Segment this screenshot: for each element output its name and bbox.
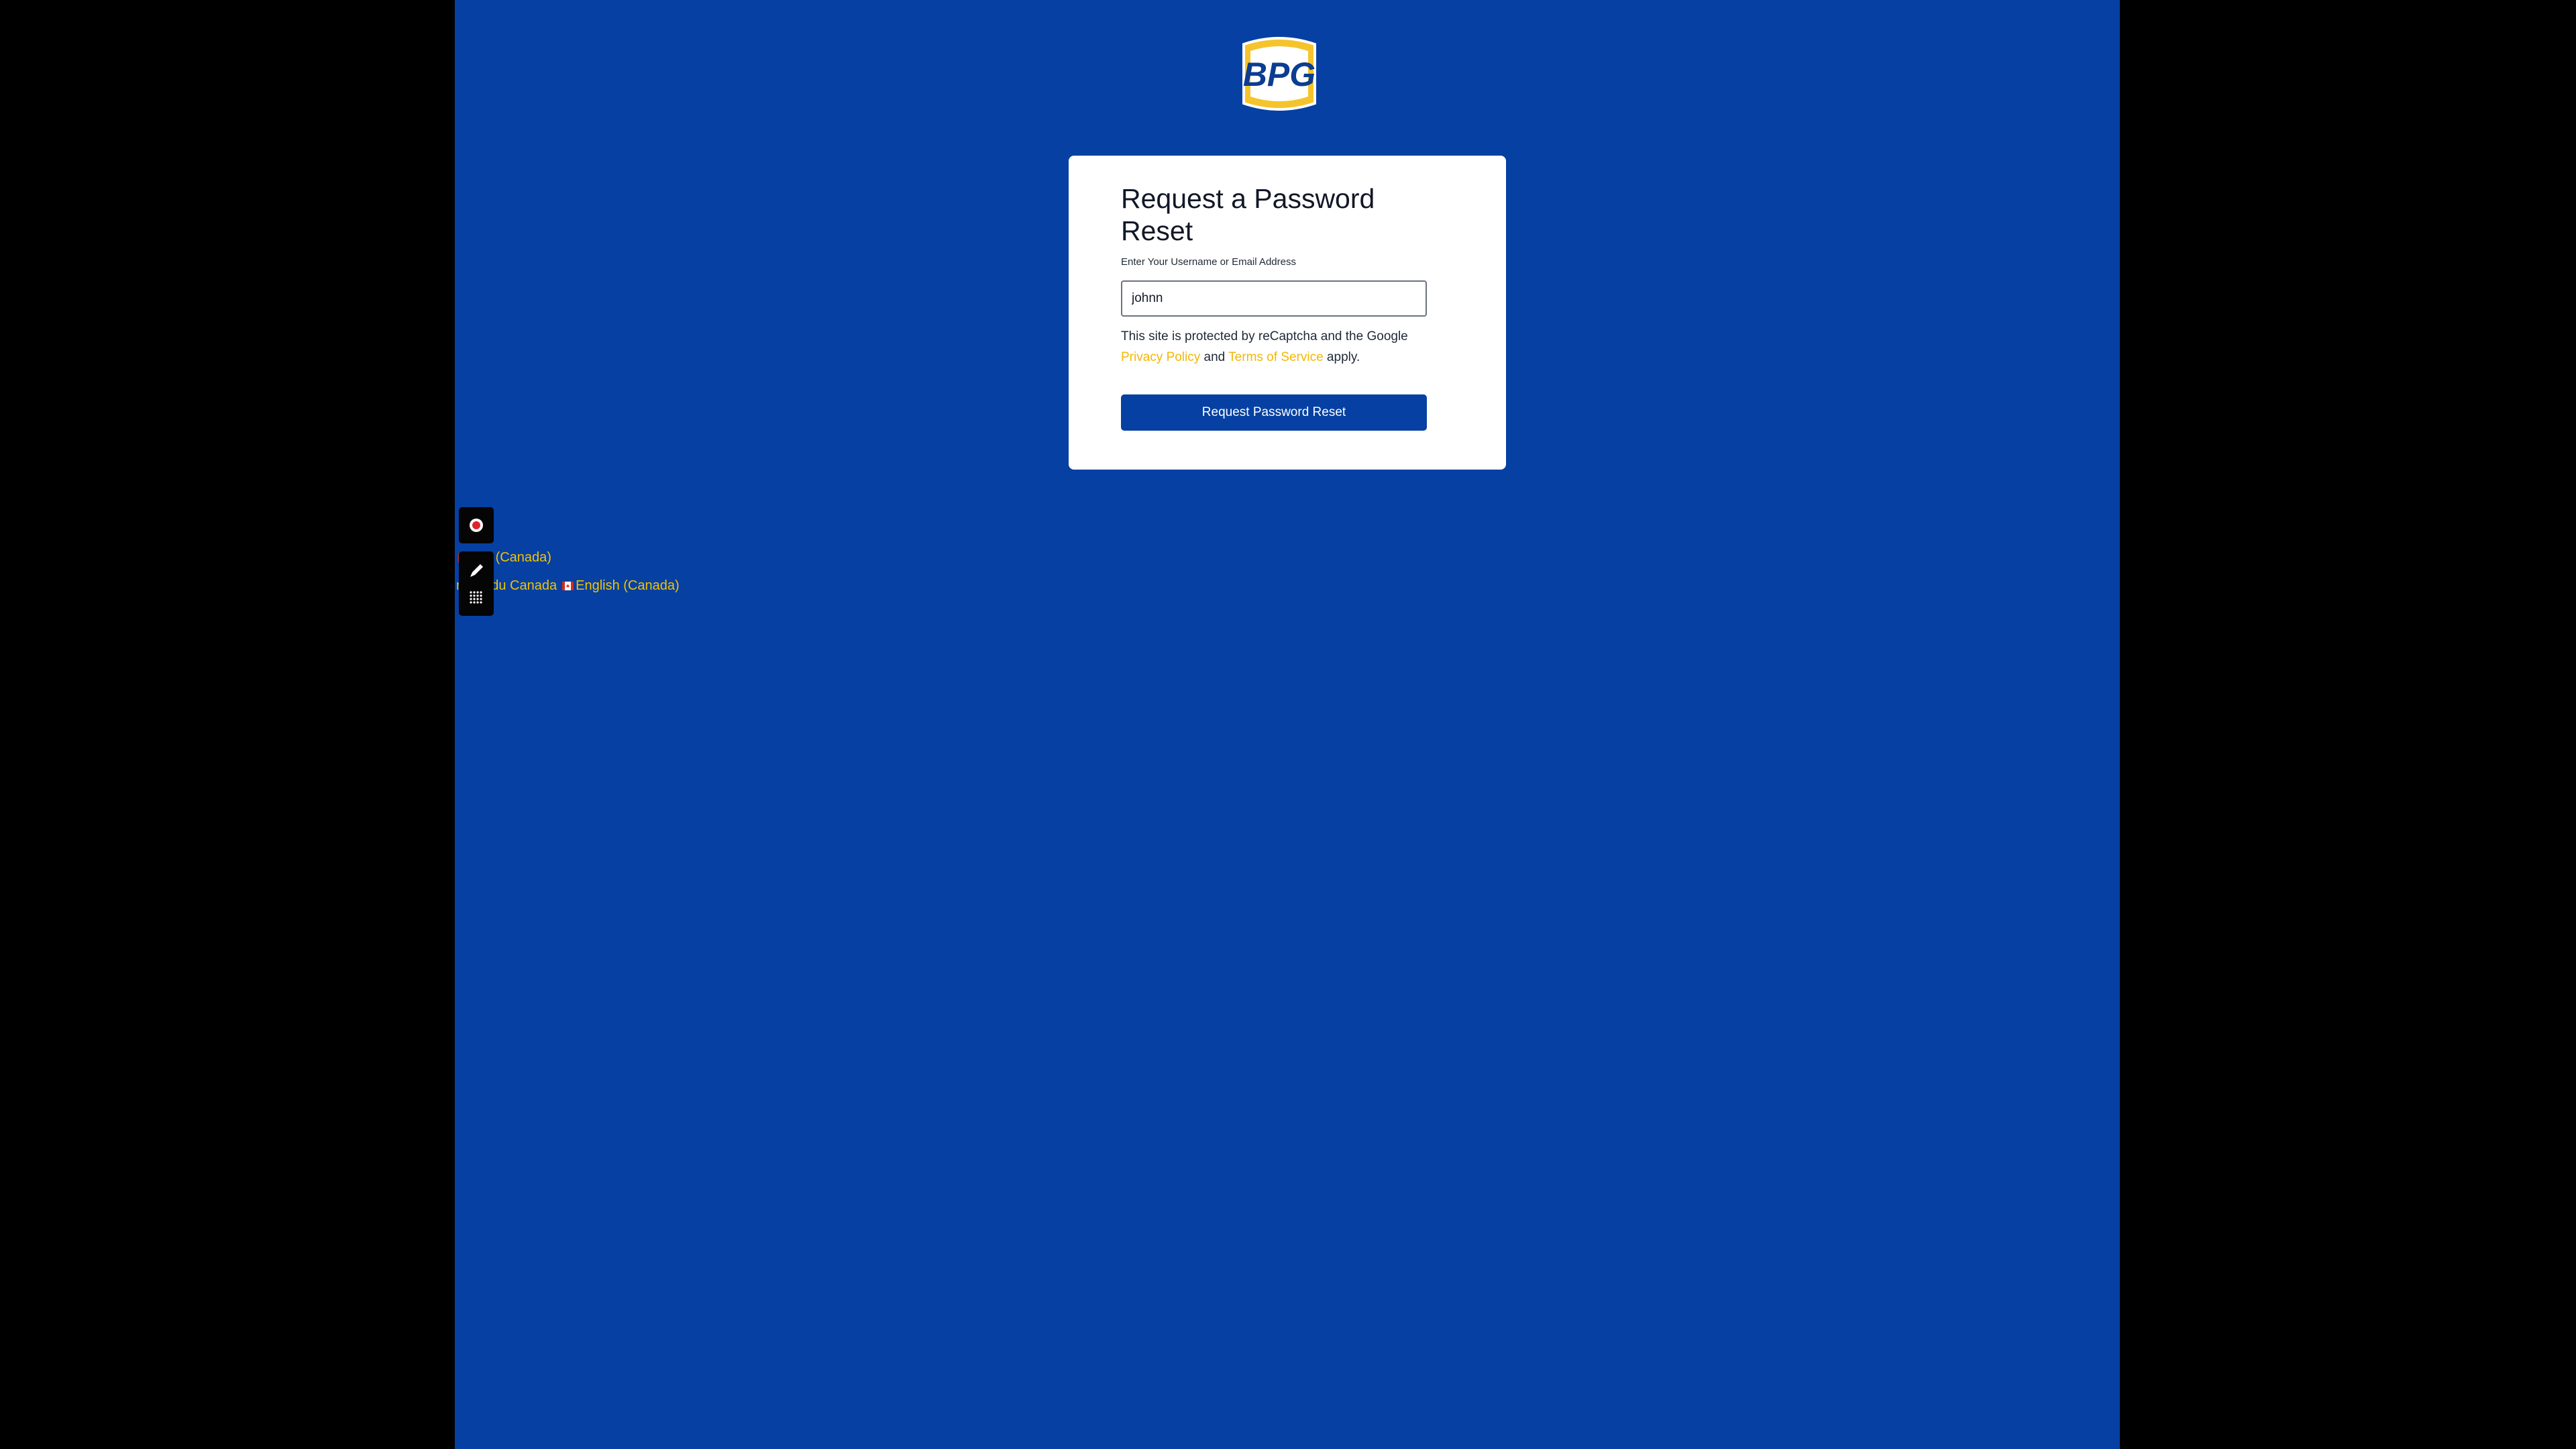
overlay-toolbar	[459, 551, 494, 616]
request-password-reset-button[interactable]: Request Password Reset	[1121, 394, 1427, 431]
record-button[interactable]	[459, 507, 494, 543]
notice-and: and	[1200, 350, 1229, 364]
page-viewport: BPG Request a Password Reset Enter Your …	[455, 0, 2120, 1449]
record-icon	[470, 519, 483, 532]
recaptcha-notice: This site is protected by reCaptcha and …	[1121, 326, 1436, 368]
notice-suffix: apply.	[1323, 350, 1360, 364]
username-field-label: Enter Your Username or Email Address	[1121, 256, 1296, 268]
logo-text: BPG	[1243, 56, 1316, 93]
password-reset-card: Request a Password Reset Enter Your User…	[1069, 156, 1506, 470]
pen-icon[interactable]	[468, 562, 485, 580]
notice-prefix: This site is protected by reCaptcha and …	[1121, 329, 1408, 343]
terms-of-service-link[interactable]: Terms of Service	[1228, 350, 1323, 364]
privacy-policy-link[interactable]: Privacy Policy	[1121, 350, 1200, 364]
bpg-logo[interactable]: BPG	[1238, 36, 1320, 111]
username-email-input[interactable]	[1121, 280, 1427, 317]
language-option-english[interactable]: English (Canada)	[576, 578, 680, 594]
grid-icon[interactable]	[469, 590, 484, 605]
page-title: Request a Password Reset	[1121, 183, 1375, 246]
canada-flag-icon	[562, 582, 574, 590]
logo-emblem-icon: BPG	[1242, 37, 1316, 111]
